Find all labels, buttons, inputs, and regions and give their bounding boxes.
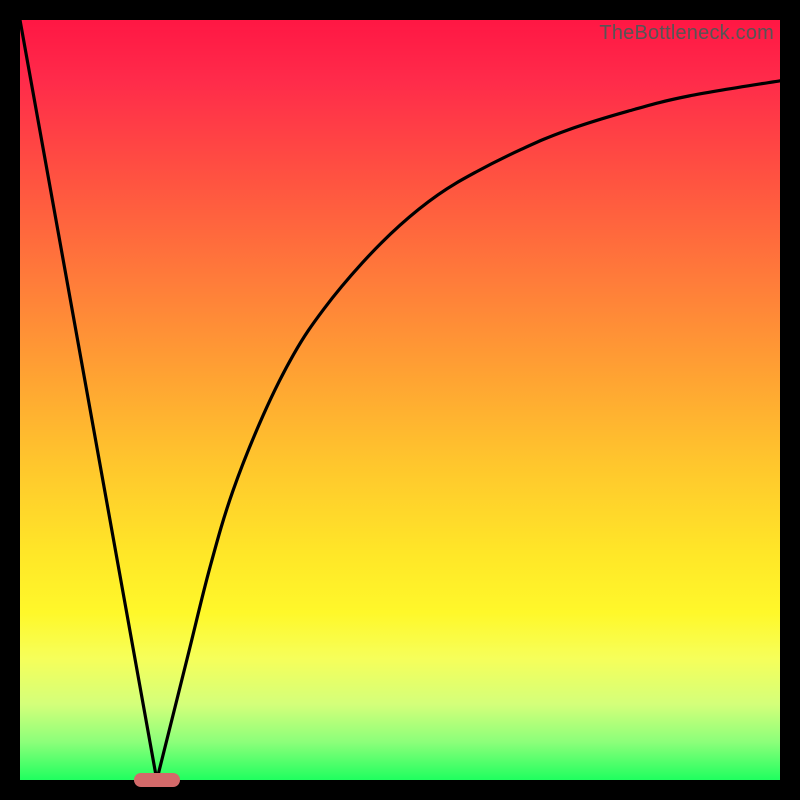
chart-frame: TheBottleneck.com [0, 0, 800, 800]
curve-path [20, 20, 780, 780]
chart-plot-area: TheBottleneck.com [20, 20, 780, 780]
chart-curve [20, 20, 780, 780]
bottleneck-marker [134, 773, 180, 787]
